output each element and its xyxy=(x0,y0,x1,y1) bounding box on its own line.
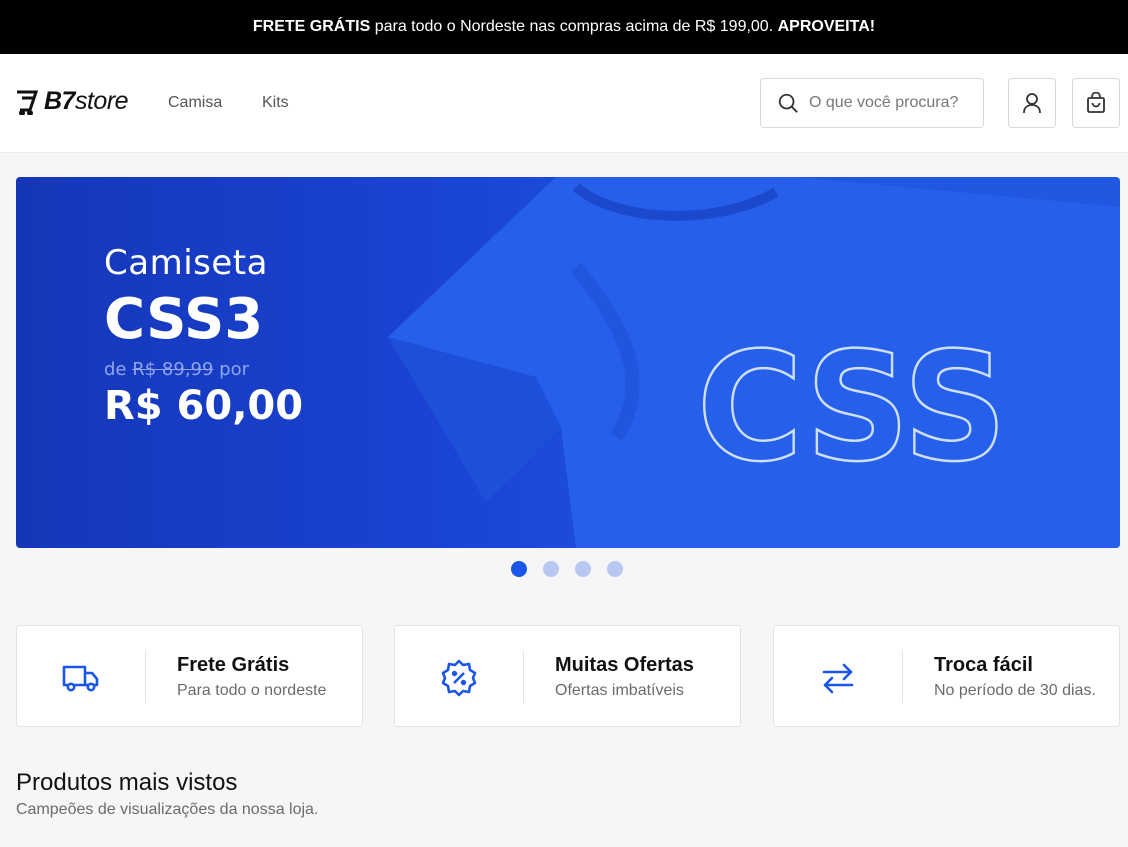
section-title: Produtos mais vistos xyxy=(16,769,238,796)
cart-button[interactable] xyxy=(1072,78,1120,128)
carousel-dot-2[interactable] xyxy=(543,561,559,577)
search-box[interactable] xyxy=(760,78,984,128)
carousel-dot-4[interactable] xyxy=(607,561,623,577)
banner-line1: Camiseta xyxy=(104,243,268,283)
feature-card-offers: Muitas Ofertas Ofertas imbatíveis xyxy=(394,625,741,727)
shopping-bag-icon xyxy=(1087,92,1105,113)
banner-old-price: de R$ 89,99 por xyxy=(104,359,250,380)
divider xyxy=(523,651,524,703)
feature-subtitle: Ofertas imbatíveis xyxy=(555,682,684,699)
user-icon xyxy=(1023,93,1041,114)
discount-badge-icon xyxy=(439,658,479,698)
feature-card-shipping: Frete Grátis Para todo o nordeste xyxy=(16,625,363,727)
svg-text:CSS: CSS xyxy=(697,337,1007,467)
cart-logo-icon xyxy=(17,90,39,115)
carousel-dot-3[interactable] xyxy=(575,561,591,577)
feature-card-exchange: Troca fácil No período de 30 dias. xyxy=(773,625,1120,727)
site-header: B7store Camisa Kits xyxy=(0,54,1128,153)
css-print: CSS xyxy=(696,337,1009,467)
divider xyxy=(145,651,146,703)
section-subtitle: Campeões de visualizações da nossa loja. xyxy=(16,801,319,818)
logo-rest: store xyxy=(74,87,129,115)
banner-new-price: R$ 60,00 xyxy=(104,383,304,429)
logo[interactable]: B7store xyxy=(16,87,129,116)
feature-title: Troca fácil xyxy=(934,654,1033,676)
nav-kits[interactable]: Kits xyxy=(262,94,289,112)
logo-bold: B7 xyxy=(44,87,75,115)
swap-arrows-icon xyxy=(818,658,858,698)
feature-title: Muitas Ofertas xyxy=(555,654,694,676)
divider xyxy=(902,651,903,703)
feature-subtitle: No período de 30 dias. xyxy=(934,682,1096,699)
account-button[interactable] xyxy=(1008,78,1056,128)
truck-icon xyxy=(61,658,101,698)
search-icon xyxy=(778,93,798,113)
hero-banner[interactable]: Camiseta CSS3 de R$ 89,99 por R$ 60,00 C… xyxy=(16,177,1120,548)
feature-title: Frete Grátis xyxy=(177,654,290,676)
carousel-dot-1[interactable] xyxy=(511,561,527,577)
announcement-text: FRETE GRÁTIS para todo o Nordeste nas co… xyxy=(252,18,876,35)
carousel-dots xyxy=(511,561,623,577)
announcement-bar: FRETE GRÁTIS para todo o Nordeste nas co… xyxy=(0,0,1128,54)
feature-subtitle: Para todo o nordeste xyxy=(177,682,327,699)
search-input[interactable] xyxy=(809,94,979,112)
nav-camisa[interactable]: Camisa xyxy=(168,94,222,112)
banner-product-name: CSS3 xyxy=(104,287,264,352)
